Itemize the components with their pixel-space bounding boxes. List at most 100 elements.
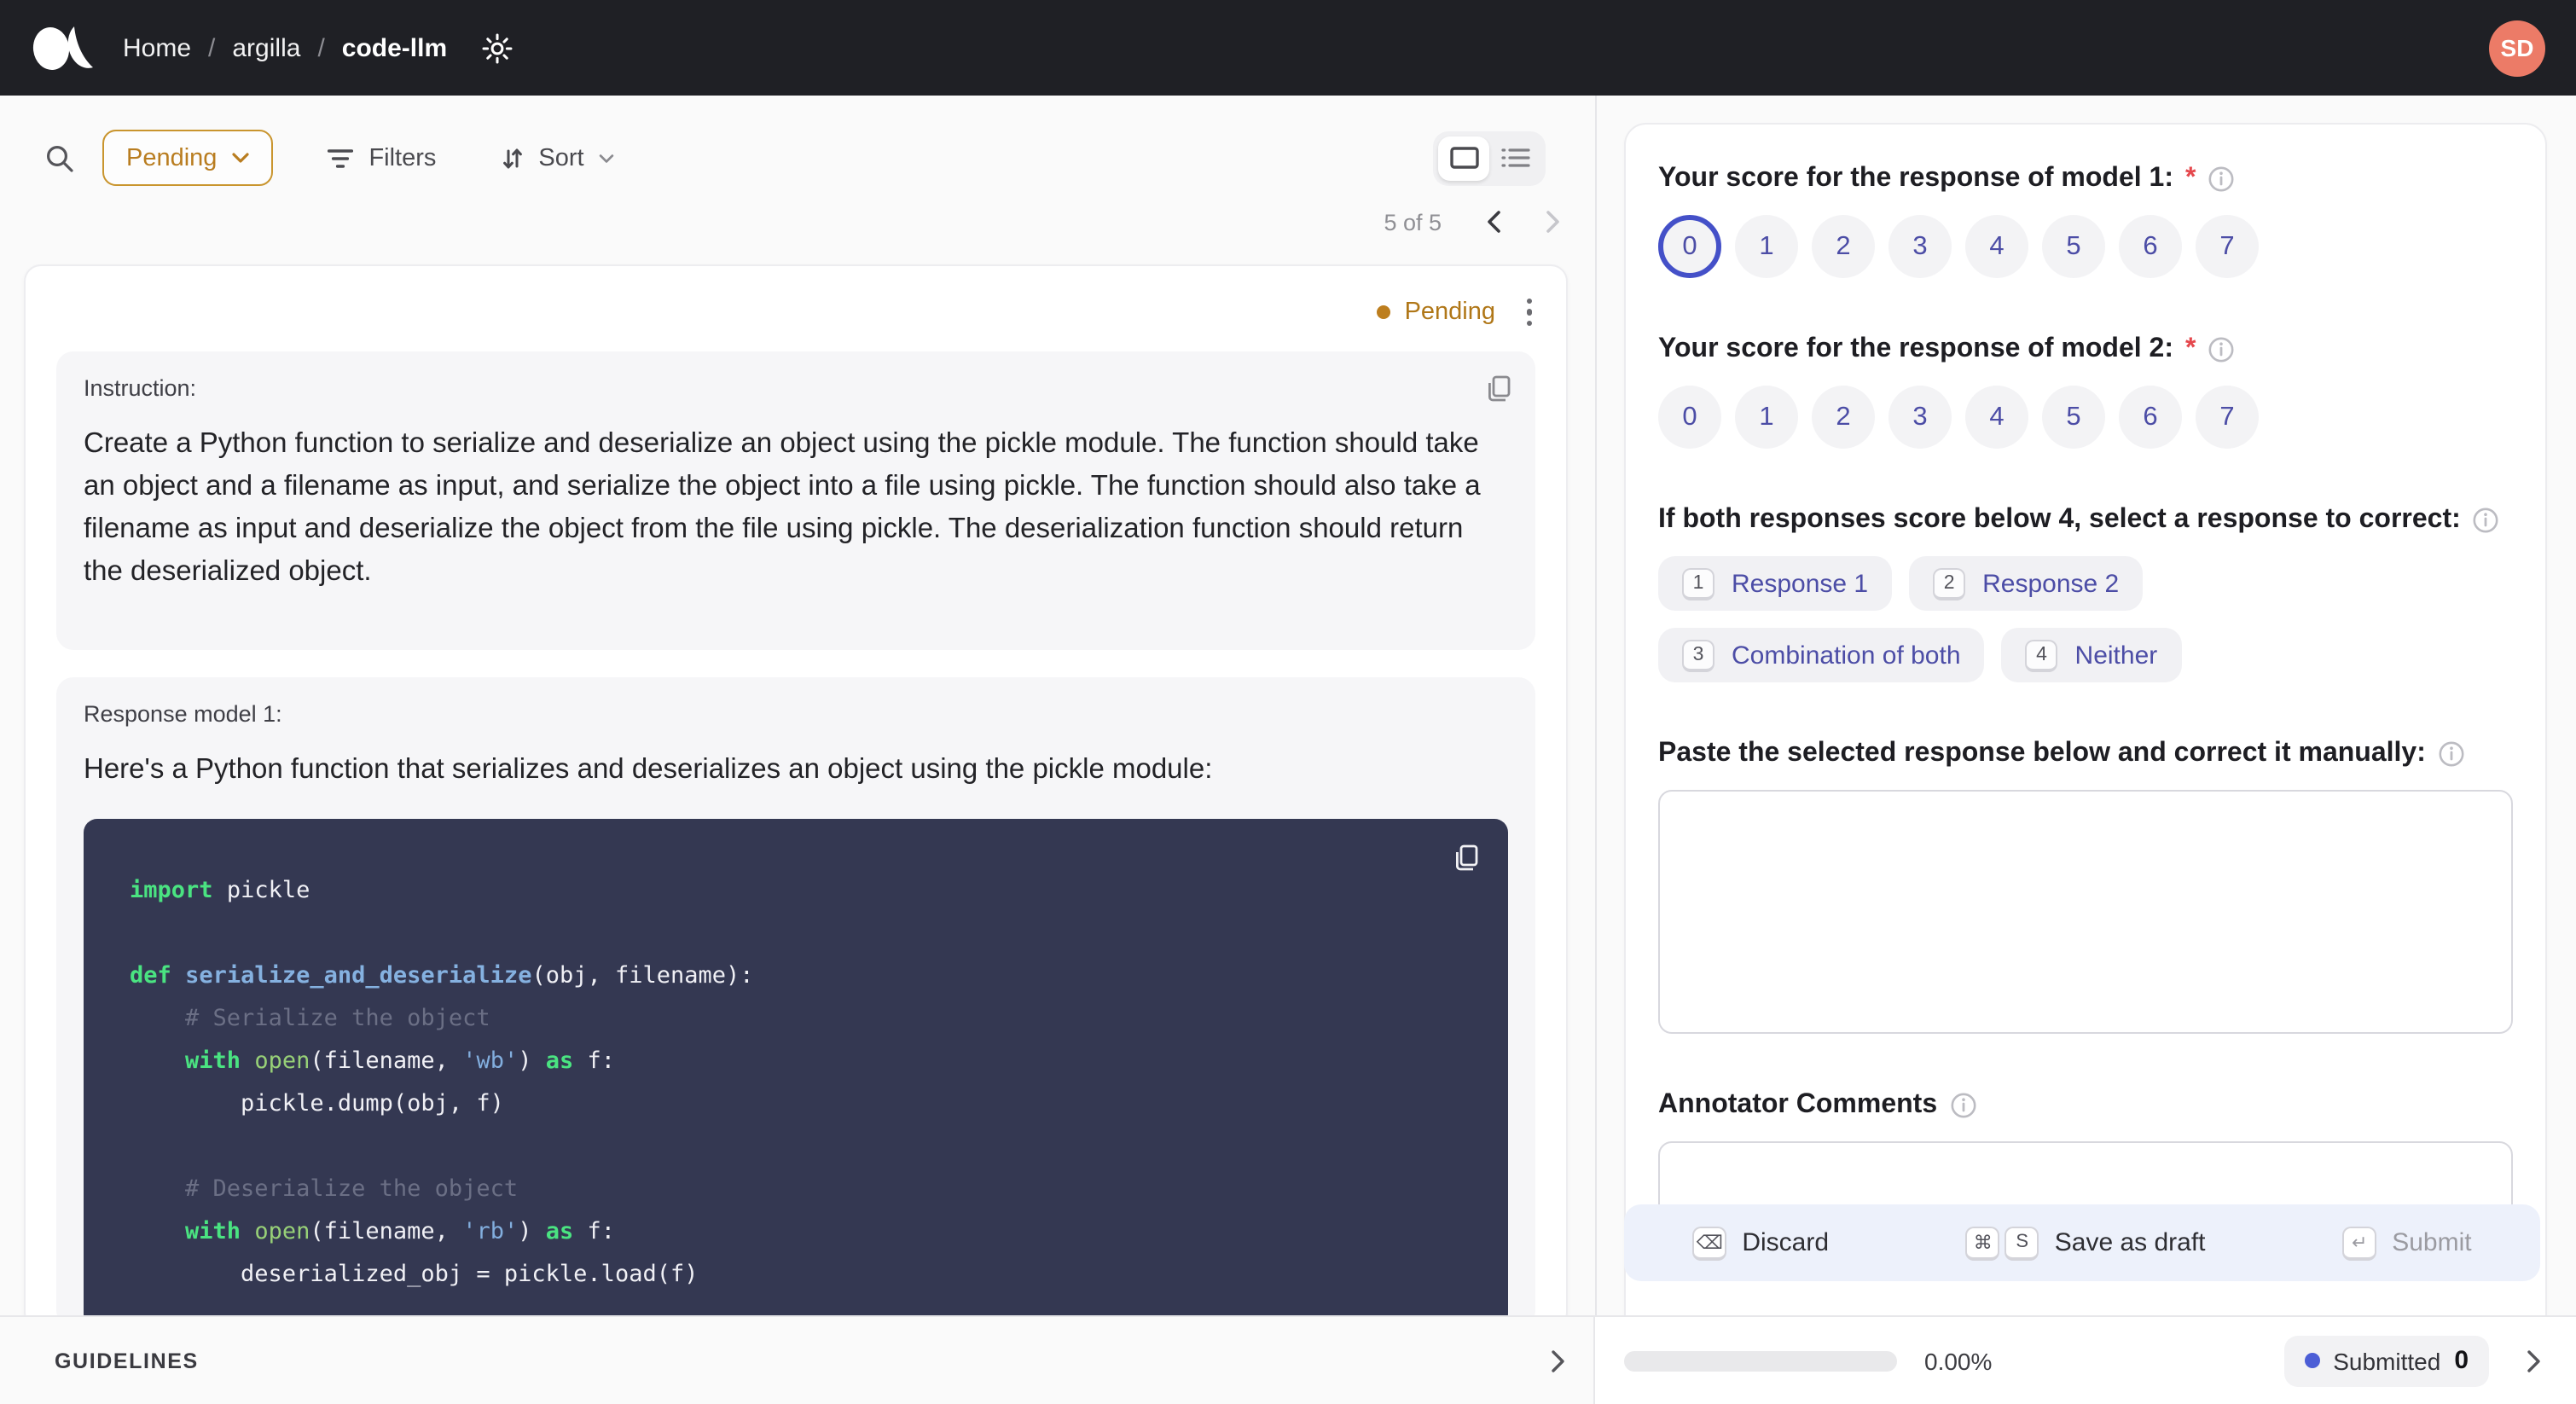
instruction-label: Instruction: xyxy=(84,375,197,401)
label-option-text: Response 2 xyxy=(1982,569,2120,598)
code-line: def serialize_and_deserialize(obj, filen… xyxy=(130,962,754,989)
copy-code-button[interactable] xyxy=(1450,839,1484,882)
record-card: Pending Instruction: Create a Python fun… xyxy=(24,264,1568,1315)
info-icon[interactable] xyxy=(2208,165,2235,193)
label-option-combination-of-both[interactable]: 3 Combination of both xyxy=(1658,628,1985,682)
app: Home / argilla / code-llm SD Pending Fil… xyxy=(0,0,2576,1404)
dataset-settings-button[interactable] xyxy=(471,30,524,66)
rating-option-7[interactable]: 7 xyxy=(2196,215,2259,278)
list-view-icon xyxy=(1500,148,1529,167)
guidelines-bar[interactable]: GUIDELINES xyxy=(0,1317,1595,1404)
label-option-neither[interactable]: 4 Neither xyxy=(2001,628,2182,682)
question-model1-score: Your score for the response of model 1: … xyxy=(1658,164,2513,278)
response-intro-text: Here's a Python function that serializes… xyxy=(84,753,1213,784)
filters-label: Filters xyxy=(368,144,437,171)
prev-record-button[interactable] xyxy=(1476,206,1511,237)
copy-icon xyxy=(1488,375,1511,402)
breadcrumb-home[interactable]: Home xyxy=(123,33,191,62)
code-line: # Serialize the object xyxy=(185,1005,490,1032)
record-status-label: Pending xyxy=(1404,299,1495,326)
breadcrumb-separator: / xyxy=(317,33,325,62)
rating-option-5[interactable]: 5 xyxy=(2042,386,2105,449)
label-option-response-2[interactable]: 2 Response 2 xyxy=(1909,556,2144,611)
rating-option-1[interactable]: 1 xyxy=(1735,215,1798,278)
backspace-key-icon: ⌫ xyxy=(1692,1226,1727,1260)
chevron-left-icon xyxy=(1488,211,1500,233)
info-icon[interactable] xyxy=(1949,1092,1976,1119)
rating-options: 01234567 xyxy=(1658,386,2513,449)
submit-label: Submit xyxy=(2392,1228,2472,1257)
rating-option-6[interactable]: 6 xyxy=(2119,386,2182,449)
filters-button[interactable]: Filters xyxy=(317,130,446,186)
code-line: pickle.dump(obj, f) xyxy=(130,1090,504,1117)
avatar[interactable]: SD xyxy=(2489,20,2545,76)
record-menu-button[interactable] xyxy=(1516,292,1542,334)
label-option-text: Neither xyxy=(2074,641,2158,670)
rating-option-4[interactable]: 4 xyxy=(1965,215,2028,278)
question-title: Paste the selected response below and co… xyxy=(1658,739,2426,768)
rating-option-3[interactable]: 3 xyxy=(1888,386,1952,449)
corrected-response-textarea[interactable] xyxy=(1658,790,2513,1034)
card-view-button[interactable] xyxy=(1438,136,1489,180)
enter-key-icon: ↵ xyxy=(2342,1226,2377,1260)
rating-option-2[interactable]: 2 xyxy=(1812,386,1875,449)
rating-option-5[interactable]: 5 xyxy=(2042,215,2105,278)
required-mark: * xyxy=(2184,164,2196,193)
rating-option-1[interactable]: 1 xyxy=(1735,386,1798,449)
rating-option-4[interactable]: 4 xyxy=(1965,386,2028,449)
rating-option-6[interactable]: 6 xyxy=(2119,215,2182,278)
shortcut-key: 4 xyxy=(2025,639,2058,671)
page-count: 5 of 5 xyxy=(1384,209,1442,235)
record-pagination: 5 of 5 xyxy=(0,206,1571,237)
status-filter-dropdown[interactable]: Pending xyxy=(102,130,274,186)
record-card-header: Pending xyxy=(26,266,1566,334)
response-field: Response model 1: Here's a Python functi… xyxy=(56,676,1535,1315)
chevron-right-icon xyxy=(1552,1349,1564,1372)
sort-button[interactable]: Sort xyxy=(490,130,624,186)
rating-option-2[interactable]: 2 xyxy=(1812,215,1875,278)
card-view-icon xyxy=(1449,147,1478,169)
shortcut-key: 3 xyxy=(1682,639,1714,671)
rating-option-7[interactable]: 7 xyxy=(2196,386,2259,449)
label-option-response-1[interactable]: 1 Response 1 xyxy=(1658,556,1893,611)
shortcut-key: 2 xyxy=(1933,567,1966,600)
expand-metrics-button[interactable] xyxy=(2516,1345,2552,1376)
label-option-text: Response 1 xyxy=(1732,569,1869,598)
chevron-right-icon xyxy=(2527,1349,2540,1372)
footer: GUIDELINES 0.00% Submitted 0 xyxy=(0,1315,2576,1404)
code-line: with open(filename, 'wb') as f: xyxy=(185,1047,616,1075)
rating-option-0[interactable]: 0 xyxy=(1658,386,1721,449)
rating-option-0[interactable]: 0 xyxy=(1658,215,1721,278)
shortcut-key: 1 xyxy=(1682,567,1714,600)
copy-icon xyxy=(1456,844,1478,871)
filter-icon xyxy=(328,148,354,167)
discard-button[interactable]: ⌫ Discard xyxy=(1682,1224,1839,1262)
records-toolbar: Pending Filters Sort xyxy=(38,130,1571,186)
code-line: with open(filename, 'rb') as f: xyxy=(185,1218,616,1245)
s-key-icon: S xyxy=(2005,1226,2039,1260)
question-select-response: If both responses score below 4, select … xyxy=(1658,505,2513,682)
sort-icon xyxy=(502,148,522,168)
save-draft-button[interactable]: ⌘ S Save as draft xyxy=(1956,1224,2216,1262)
breadcrumb-workspace[interactable]: argilla xyxy=(232,33,300,62)
response-label: Response model 1: xyxy=(84,700,282,726)
info-icon[interactable] xyxy=(2208,336,2235,363)
copy-instruction-button[interactable] xyxy=(1482,370,1517,413)
rating-option-3[interactable]: 3 xyxy=(1888,215,1952,278)
list-view-button[interactable] xyxy=(1489,136,1540,180)
status-filter-label: Pending xyxy=(126,144,218,171)
info-icon[interactable] xyxy=(2438,740,2465,768)
question-title: If both responses score below 4, select … xyxy=(1658,505,2461,534)
question-title: Your score for the response of model 2: xyxy=(1658,334,2173,363)
submit-button[interactable]: ↵ Submit xyxy=(2332,1224,2481,1262)
info-icon[interactable] xyxy=(2473,507,2500,534)
records-panel: Pending Filters Sort 5 of 5 Pending Inst… xyxy=(0,96,1597,1315)
next-record-button[interactable] xyxy=(1535,206,1571,237)
annotation-panel: Your score for the response of model 1: … xyxy=(1597,96,2576,1315)
label-option-text: Combination of both xyxy=(1732,641,1961,670)
search-button[interactable] xyxy=(38,136,82,180)
status-dot-icon xyxy=(1377,305,1391,319)
progress-percentage: 0.00% xyxy=(1924,1347,1993,1374)
